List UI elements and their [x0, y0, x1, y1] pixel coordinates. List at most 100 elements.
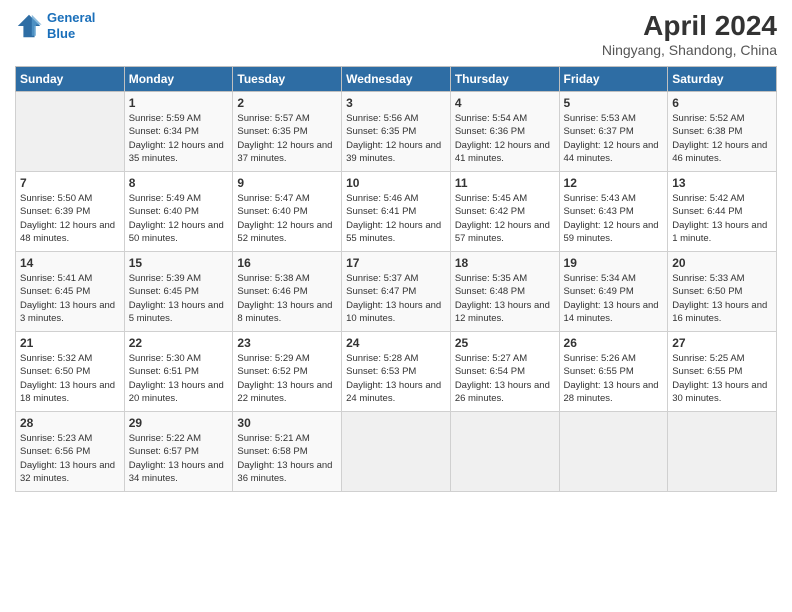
sunrise-text: Sunrise: 5:50 AM: [20, 193, 92, 204]
cell-info: Sunrise: 5:47 AMSunset: 6:40 PMDaylight:…: [237, 192, 337, 245]
calendar-cell-w3-d4: 17Sunrise: 5:37 AMSunset: 6:47 PMDayligh…: [342, 252, 451, 332]
month-year: April 2024: [602, 10, 777, 42]
cell-info: Sunrise: 5:46 AMSunset: 6:41 PMDaylight:…: [346, 192, 446, 245]
cell-info: Sunrise: 5:54 AMSunset: 6:36 PMDaylight:…: [455, 112, 555, 165]
cell-info: Sunrise: 5:59 AMSunset: 6:34 PMDaylight:…: [129, 112, 229, 165]
day-number: 12: [564, 176, 664, 190]
day-number: 1: [129, 96, 229, 110]
logo-icon: [15, 12, 43, 40]
calendar-cell-w5-d6: [559, 412, 668, 492]
header-friday: Friday: [559, 67, 668, 92]
header-monday: Monday: [124, 67, 233, 92]
sunrise-text: Sunrise: 5:22 AM: [129, 433, 201, 444]
header-saturday: Saturday: [668, 67, 777, 92]
calendar-cell-w5-d1: 28Sunrise: 5:23 AMSunset: 6:56 PMDayligh…: [16, 412, 125, 492]
calendar-cell-w1-d2: 1 Sunrise: 5:59 AMSunset: 6:34 PMDaylight…: [124, 92, 233, 172]
sunrise-text: Sunrise: 5:53 AM: [564, 113, 636, 124]
daylight-text: Daylight: 12 hours and 55 minutes.: [346, 220, 441, 244]
day-number: 30: [237, 416, 337, 430]
cell-info: Sunrise: 5:33 AMSunset: 6:50 PMDaylight:…: [672, 272, 772, 325]
cell-info: Sunrise: 5:50 AMSunset: 6:39 PMDaylight:…: [20, 192, 120, 245]
header-thursday: Thursday: [450, 67, 559, 92]
cell-info: Sunrise: 5:43 AM Sunset: 6:43 PM Daylight:…: [564, 192, 664, 245]
sunset-text: Sunset: 6:58 PM: [237, 446, 307, 457]
calendar-cell-w5-d2: 29Sunrise: 5:22 AMSunset: 6:57 PMDayligh…: [124, 412, 233, 492]
daylight-text: Daylight: 12 hours and 44 minutes.: [564, 140, 659, 164]
day-number: 5: [564, 96, 664, 110]
sunset-text: Sunset: 6:43 PM: [564, 206, 634, 217]
calendar-week-5: 28Sunrise: 5:23 AMSunset: 6:56 PMDayligh…: [16, 412, 777, 492]
cell-info: Sunrise: 5:30 AMSunset: 6:51 PMDaylight:…: [129, 352, 229, 405]
calendar-cell-w5-d5: [450, 412, 559, 492]
cell-info: Sunrise: 5:56 AMSunset: 6:35 PMDaylight:…: [346, 112, 446, 165]
sunrise-text: Sunrise: 5:41 AM: [20, 273, 92, 284]
calendar-cell-w2-d7: 13Sunrise: 5:42 AMSunset: 6:44 PMDayligh…: [668, 172, 777, 252]
sunrise-text: Sunrise: 5:23 AM: [20, 433, 92, 444]
daylight-text: Daylight: 13 hours and 34 minutes.: [129, 460, 224, 484]
logo-text: General Blue: [47, 10, 95, 41]
calendar-cell-w3-d6: 19Sunrise: 5:34 AMSunset: 6:49 PMDayligh…: [559, 252, 668, 332]
day-number: 10: [346, 176, 446, 190]
cell-info: Sunrise: 5:52 AMSunset: 6:38 PMDaylight:…: [672, 112, 772, 165]
calendar-week-3: 14Sunrise: 5:41 AMSunset: 6:45 PMDayligh…: [16, 252, 777, 332]
sunset-text: Sunset: 6:40 PM: [129, 206, 199, 217]
cell-info: Sunrise: 5:42 AMSunset: 6:44 PMDaylight:…: [672, 192, 772, 245]
sunrise-text: Sunrise: 5:43 AM: [564, 193, 636, 204]
day-number: 23: [237, 336, 337, 350]
calendar-cell-w1-d6: 5 Sunrise: 5:53 AMSunset: 6:37 PMDaylight…: [559, 92, 668, 172]
sunset-text: Sunset: 6:34 PM: [129, 126, 199, 137]
day-number: 17: [346, 256, 446, 270]
day-number: 3: [346, 96, 446, 110]
daylight-text: Daylight: 13 hours and 3 minutes.: [20, 300, 115, 324]
sunrise-text: Sunrise: 5:47 AM: [237, 193, 309, 204]
calendar-cell-w4-d2: 22Sunrise: 5:30 AMSunset: 6:51 PMDayligh…: [124, 332, 233, 412]
calendar-cell-w1-d5: 4Sunrise: 5:54 AMSunset: 6:36 PMDaylight…: [450, 92, 559, 172]
sunset-text: Sunset: 6:45 PM: [129, 286, 199, 297]
cell-info: Sunrise: 5:21 AMSunset: 6:58 PMDaylight:…: [237, 432, 337, 485]
daylight-text: Daylight: 13 hours and 18 minutes.: [20, 380, 115, 404]
sunset-text: Sunset: 6:50 PM: [672, 286, 742, 297]
sunset-text: Sunset: 6:47 PM: [346, 286, 416, 297]
daylight-text: Daylight: 13 hours and 30 minutes.: [672, 380, 767, 404]
daylight-text: Daylight: 13 hours and 22 minutes.: [237, 380, 332, 404]
cell-info: Sunrise: 5:32 AMSunset: 6:50 PMDaylight:…: [20, 352, 120, 405]
logo-blue: Blue: [47, 26, 75, 41]
header-sunday: Sunday: [16, 67, 125, 92]
sunset-text: Sunset: 6:44 PM: [672, 206, 742, 217]
title-block: April 2024 Ningyang, Shandong, China: [602, 10, 777, 58]
sunrise-text: Sunrise: 5:57 AM: [237, 113, 309, 124]
sunrise-text: Sunrise: 5:46 AM: [346, 193, 418, 204]
daylight-text: Daylight: 13 hours and 20 minutes.: [129, 380, 224, 404]
sunrise-text: Sunrise: 5:25 AM: [672, 353, 744, 364]
sunrise-text: Sunrise: 5:45 AM: [455, 193, 527, 204]
weekday-header-row: Sunday Monday Tuesday Wednesday Thursday…: [16, 67, 777, 92]
calendar-cell-w5-d7: [668, 412, 777, 492]
cell-info: Sunrise: 5:34 AMSunset: 6:49 PMDaylight:…: [564, 272, 664, 325]
calendar-cell-w5-d4: [342, 412, 451, 492]
sunset-text: Sunset: 6:52 PM: [237, 366, 307, 377]
daylight-text: Daylight: 12 hours and 41 minutes.: [455, 140, 550, 164]
cell-info: Sunrise: 5:57 AMSunset: 6:35 PMDaylight:…: [237, 112, 337, 165]
sunrise-text: Sunrise: 5:56 AM: [346, 113, 418, 124]
daylight-text: Daylight: 13 hours and 5 minutes.: [129, 300, 224, 324]
daylight-text: Daylight: 12 hours and 37 minutes.: [237, 140, 332, 164]
day-number: 24: [346, 336, 446, 350]
day-number: 2: [237, 96, 337, 110]
cell-info: Sunrise: 5:28 AMSunset: 6:53 PMDaylight:…: [346, 352, 446, 405]
sunset-text: Sunset: 6:55 PM: [564, 366, 634, 377]
daylight-text: Daylight: 13 hours and 8 minutes.: [237, 300, 332, 324]
cell-info: Sunrise: 5:53 AMSunset: 6:37 PMDaylight:…: [564, 112, 664, 165]
daylight-text: Daylight: 13 hours and 36 minutes.: [237, 460, 332, 484]
cell-info: Sunrise: 5:45 AMSunset: 6:42 PMDaylight:…: [455, 192, 555, 245]
daylight-text: Daylight: 12 hours and 59 minutes.: [564, 220, 659, 244]
calendar-cell-w4-d5: 25Sunrise: 5:27 AMSunset: 6:54 PMDayligh…: [450, 332, 559, 412]
calendar-week-2: 7Sunrise: 5:50 AMSunset: 6:39 PMDaylight…: [16, 172, 777, 252]
daylight-text: Daylight: 12 hours and 50 minutes.: [129, 220, 224, 244]
calendar-cell-w3-d1: 14Sunrise: 5:41 AMSunset: 6:45 PMDayligh…: [16, 252, 125, 332]
sunset-text: Sunset: 6:48 PM: [455, 286, 525, 297]
sunrise-text: Sunrise: 5:39 AM: [129, 273, 201, 284]
calendar-cell-w1-d7: 6Sunrise: 5:52 AMSunset: 6:38 PMDaylight…: [668, 92, 777, 172]
sunset-text: Sunset: 6:35 PM: [346, 126, 416, 137]
sunset-text: Sunset: 6:53 PM: [346, 366, 416, 377]
day-number: 21: [20, 336, 120, 350]
